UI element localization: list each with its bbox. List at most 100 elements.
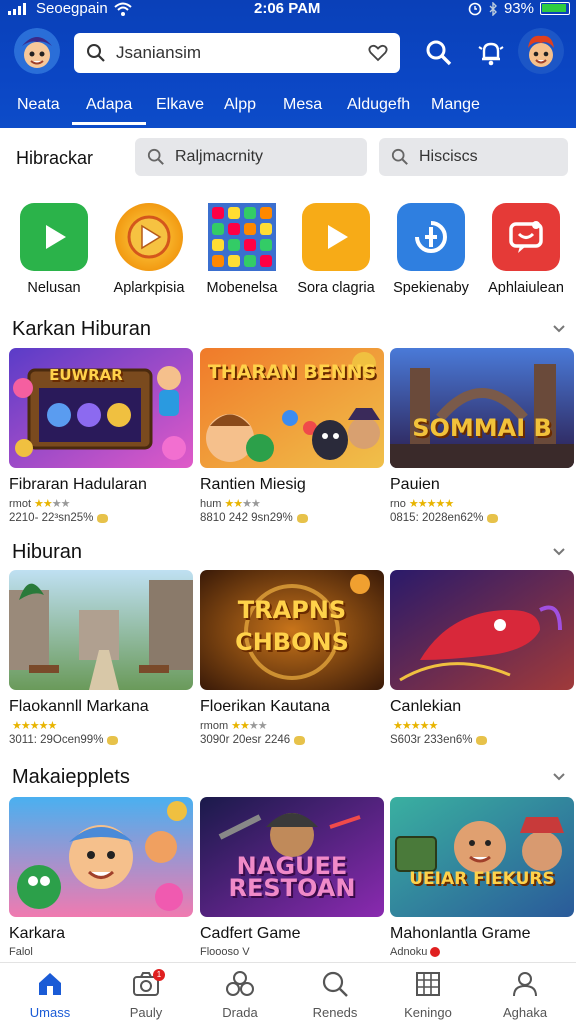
notification-button[interactable] — [474, 36, 508, 70]
chevron-down-icon[interactable] — [552, 324, 566, 334]
play-icon — [302, 203, 370, 271]
game-thumbnail: TRAPNS CHBONS — [200, 570, 384, 690]
coin-icon — [476, 735, 488, 745]
signal-icon — [8, 2, 26, 15]
alarm-icon — [468, 2, 482, 15]
card-title: Floerikan Kautana — [200, 698, 330, 715]
filter-search-2-text: Hisciscs — [419, 148, 478, 165]
nav-label: Drada — [222, 1005, 258, 1020]
chat-icon — [492, 203, 560, 271]
game-wheel-icon — [115, 203, 183, 271]
game-card[interactable]: EUWRAR Fibraran Hadularan rmot ★★★★ 2210-… — [9, 348, 193, 524]
app-label: Spekienaby — [393, 280, 469, 296]
search-input[interactable] — [116, 43, 358, 63]
card-meta: 2210- 22³sn25% — [9, 512, 193, 524]
card-subtitle: rmot ★★★★ — [9, 497, 193, 511]
tab-mange[interactable]: Mange — [431, 92, 480, 114]
search-icon — [322, 971, 348, 997]
bottom-nav: Umass 1 Pauly Drada Reneds Keningo Aghak… — [0, 962, 576, 1024]
card-stats: 3090r 20esr 2246 — [200, 734, 291, 746]
coin-icon — [97, 513, 109, 523]
nav-label: Umass — [29, 1005, 71, 1020]
tab-neata[interactable]: Neata — [17, 92, 60, 114]
card-subtitle: Falol — [9, 946, 193, 958]
game-card[interactable]: Flaokannll Markana ★★★★★ 3011: 29Ocen99% — [9, 570, 193, 746]
heart-icon[interactable] — [368, 44, 388, 62]
circles-icon — [226, 971, 254, 996]
filter-search-1[interactable]: Raljmacrnity — [135, 138, 367, 176]
avatar[interactable] — [14, 28, 60, 74]
app-label: Sora clagria — [297, 280, 375, 296]
game-card[interactable]: Karkara Falol — [9, 797, 193, 958]
game-card[interactable]: UEIAR FIEKURS Mahonlantla Grame Adnoku — [390, 797, 574, 958]
filter-search-1-text: Raljmacrnity — [175, 148, 264, 165]
chevron-down-icon[interactable] — [552, 547, 566, 557]
thumbnail-art-text: EUWRAR — [49, 366, 123, 384]
game-card[interactable]: TRAPNS CHBONS Floerikan Kautana rmom ★★★★… — [200, 570, 384, 746]
game-card[interactable]: SOMMAI B Pauien rno ★★★★★ 0815: 2028en62% — [390, 348, 574, 524]
tab-elkave[interactable]: Elkave — [156, 92, 204, 114]
nav-aghaka[interactable]: Aghaka — [480, 969, 570, 1020]
thumbnail-art-text: UEIAR FIEKURS — [409, 869, 555, 889]
card-title: Rantien Miesig — [200, 476, 306, 493]
card-stats: 2210- 22³sn25% — [9, 512, 94, 524]
app-tile[interactable]: Mobenelsa — [194, 200, 290, 296]
game-thumbnail — [390, 570, 574, 690]
thumbnail-art-text: TRAPNS CHBONS — [235, 596, 349, 656]
nav-pauly[interactable]: 1 Pauly — [101, 969, 191, 1020]
game-card[interactable]: THARAN BENNS Rantien Miesig hum ★★★★ 8810… — [200, 348, 384, 524]
card-meta: 3090r 20esr 2246 — [200, 734, 384, 746]
nav-home[interactable]: Umass — [5, 969, 95, 1020]
nav-label: Keningo — [404, 1005, 452, 1020]
carrier-info: Seoegpain — [8, 0, 132, 17]
app-tile[interactable]: Spekienaby — [383, 200, 479, 296]
card-subtitle: hum ★★★★ — [200, 497, 384, 511]
nav-keningo[interactable]: Keningo — [383, 969, 473, 1020]
search-bar[interactable] — [74, 33, 400, 73]
card-subtitle: Floooso V — [200, 946, 384, 958]
wifi-icon — [114, 2, 132, 16]
game-card[interactable]: NAGUEE RESTOAN Cadfert Game Floooso V — [200, 797, 384, 958]
app-tile[interactable]: Sora clagria — [288, 200, 384, 296]
battery-percent: 93% — [503, 0, 534, 17]
card-developer: rmom — [200, 719, 229, 732]
bluetooth-icon — [489, 1, 497, 16]
game-thumbnail: NAGUEE RESTOAN — [200, 797, 384, 917]
card-stats: S603r 233en6% — [390, 734, 473, 746]
card-title: Pauien — [390, 476, 440, 493]
card-title: Mahonlantla Grame — [390, 925, 531, 942]
thumbnail-art-text: SOMMAI B — [412, 414, 552, 442]
game-card[interactable]: Canlekian ★★★★★ S603r 233en6% — [390, 570, 574, 746]
app-label: Aphlaiulean — [488, 280, 564, 296]
card-title: Fibraran Hadularan — [9, 476, 147, 493]
chevron-down-icon[interactable] — [552, 772, 566, 782]
app-tile[interactable]: Aplarkpisia — [101, 200, 197, 296]
puzzle-grid-icon — [208, 203, 276, 271]
play-icon — [20, 203, 88, 271]
tab-adapa[interactable]: Adapa — [71, 92, 147, 125]
section-title: Karkan Hiburan — [12, 318, 151, 340]
filter-title: Hibrackar — [16, 148, 94, 168]
tab-mesa[interactable]: Mesa — [283, 92, 322, 114]
alert-icon — [430, 947, 441, 957]
search-icon — [391, 148, 408, 165]
filter-search-2[interactable]: Hisciscs — [379, 138, 568, 176]
card-developer: Falol — [9, 946, 33, 958]
section-title: Makaiepplets — [12, 766, 130, 788]
card-developer: rno — [390, 497, 406, 510]
nav-reneds[interactable]: Reneds — [290, 969, 380, 1020]
card-meta: 8810 242 9sn29% — [200, 512, 384, 524]
tab-aldugefh[interactable]: Aldugefh — [347, 92, 410, 114]
card-subtitle: Adnoku — [390, 946, 574, 958]
app-tile[interactable]: Aphlaiulean — [478, 200, 574, 296]
search-button[interactable] — [422, 36, 456, 70]
nav-drada[interactable]: Drada — [195, 969, 285, 1020]
card-subtitle: ★★★★★ — [390, 719, 574, 732]
card-meta: 0815: 2028en62% — [390, 512, 574, 524]
app-tile[interactable]: Nelusan — [6, 200, 102, 296]
grid-icon — [416, 972, 440, 996]
tab-alpp[interactable]: Alpp — [224, 92, 256, 114]
notification-badge: 1 — [153, 969, 165, 981]
card-subtitle: rno ★★★★★ — [390, 497, 574, 511]
profile-mascot[interactable] — [518, 28, 564, 74]
